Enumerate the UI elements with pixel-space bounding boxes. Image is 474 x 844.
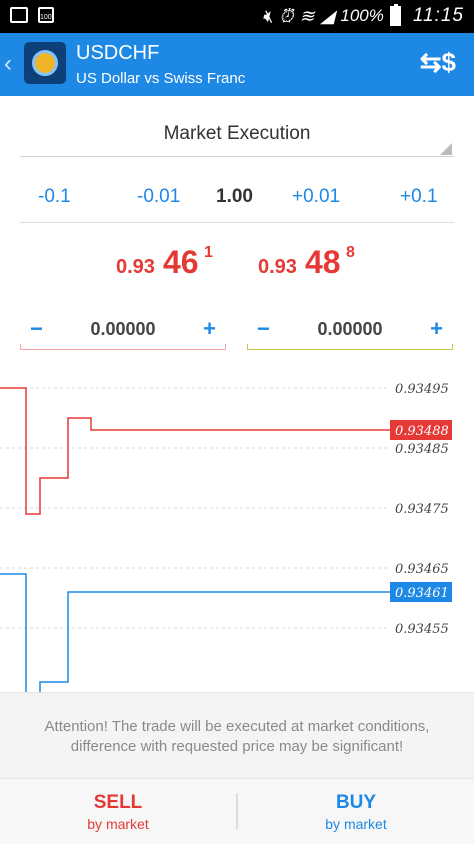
stop-loss-input[interactable]: 0.00000 xyxy=(20,319,226,340)
mute-icon: 🔇︎ xyxy=(262,5,274,26)
battery-percentage: 100% xyxy=(340,6,384,25)
trade-exchange-icon[interactable]: ⇆$ xyxy=(420,47,456,78)
volume-value[interactable]: 1.00 xyxy=(216,186,253,208)
screenshot-icon: 100 xyxy=(38,7,54,23)
buy-label: BUY xyxy=(335,792,377,813)
attention-notice: Attention! The trade will be executed at… xyxy=(0,692,474,779)
app-logo[interactable] xyxy=(24,42,66,84)
ask-series-line xyxy=(0,573,390,692)
y-tick-label: 0.93485 xyxy=(395,442,449,457)
y-tick-label: 0.93465 xyxy=(395,562,449,577)
y-tick-label: 0.93475 xyxy=(395,502,449,517)
last-price-label: 0.93488 xyxy=(395,424,449,439)
wifi-icon: ≋ xyxy=(299,5,315,26)
tick-chart: 0.93495 0.93485 0.93475 0.93465 0.93455 0.934… xyxy=(0,382,452,692)
volume-stepper: -0.1 -0.01 1.00 +0.01 +0.1 xyxy=(20,172,454,223)
buy-sub-label: by market xyxy=(325,816,387,832)
sell-label: SELL xyxy=(93,792,143,813)
app-bar: ‹ USDCHF US Dollar vs Swiss Franc ⇆$ xyxy=(0,33,474,96)
attention-text: Attention! The trade will be executed at… xyxy=(44,718,430,755)
buy-price-big: 48 xyxy=(305,244,341,280)
symbol-title: USDCHF xyxy=(76,42,160,64)
image-icon xyxy=(10,7,28,23)
sell-sub-label: by market xyxy=(87,816,149,832)
bid-series-line xyxy=(0,387,390,515)
take-profit-input[interactable]: 0.00000 xyxy=(247,319,453,340)
battery-icon xyxy=(389,4,401,26)
volume-minus-0.01-button[interactable]: -0.01 xyxy=(137,186,180,208)
volume-plus-0.01-button[interactable]: +0.01 xyxy=(292,186,340,208)
alarm-icon: ⏰︎ xyxy=(279,5,294,26)
sell-price-big: 46 xyxy=(163,244,199,280)
take-profit-stepper: − 0.00000 + xyxy=(247,312,453,350)
order-buttons-bar: SELL by market BUY by market xyxy=(0,778,474,844)
stop-loss-plus-button[interactable]: + xyxy=(203,316,216,342)
back-chevron-icon[interactable]: ‹ xyxy=(4,50,12,78)
take-profit-plus-button[interactable]: + xyxy=(430,316,443,342)
symbol-description: US Dollar vs Swiss Franc xyxy=(76,70,246,87)
status-bar: 100 🔇︎ ⏰︎ ≋ ◢ 100% 11:15 xyxy=(0,0,474,33)
sell-price-prefix: 0.93 xyxy=(116,256,155,278)
volume-minus-0.1-button[interactable]: -0.1 xyxy=(38,186,71,208)
last-price-label: 0.93461 xyxy=(395,586,449,601)
buy-price-prefix: 0.93 xyxy=(258,256,297,278)
y-tick-label: 0.93495 xyxy=(395,382,449,397)
volume-plus-0.1-button[interactable]: +0.1 xyxy=(400,186,438,208)
execution-type-select[interactable]: Market Execution xyxy=(20,108,454,157)
dropdown-corner-icon xyxy=(440,143,452,155)
stop-loss-stepper: − 0.00000 + xyxy=(20,312,226,350)
execution-type-label: Market Execution xyxy=(163,123,311,144)
buy-price-pip: 8 xyxy=(346,244,355,261)
sell-price-pip: 1 xyxy=(204,244,213,261)
buy-by-market-button[interactable]: BUY by market xyxy=(238,779,474,844)
y-tick-label: 0.93455 xyxy=(395,622,449,637)
signal-icon: ◢ xyxy=(320,5,335,26)
take-profit-underline xyxy=(247,344,453,350)
stop-loss-underline xyxy=(20,344,226,350)
clock: 11:15 xyxy=(412,5,464,26)
sell-by-market-button[interactable]: SELL by market xyxy=(0,779,236,844)
